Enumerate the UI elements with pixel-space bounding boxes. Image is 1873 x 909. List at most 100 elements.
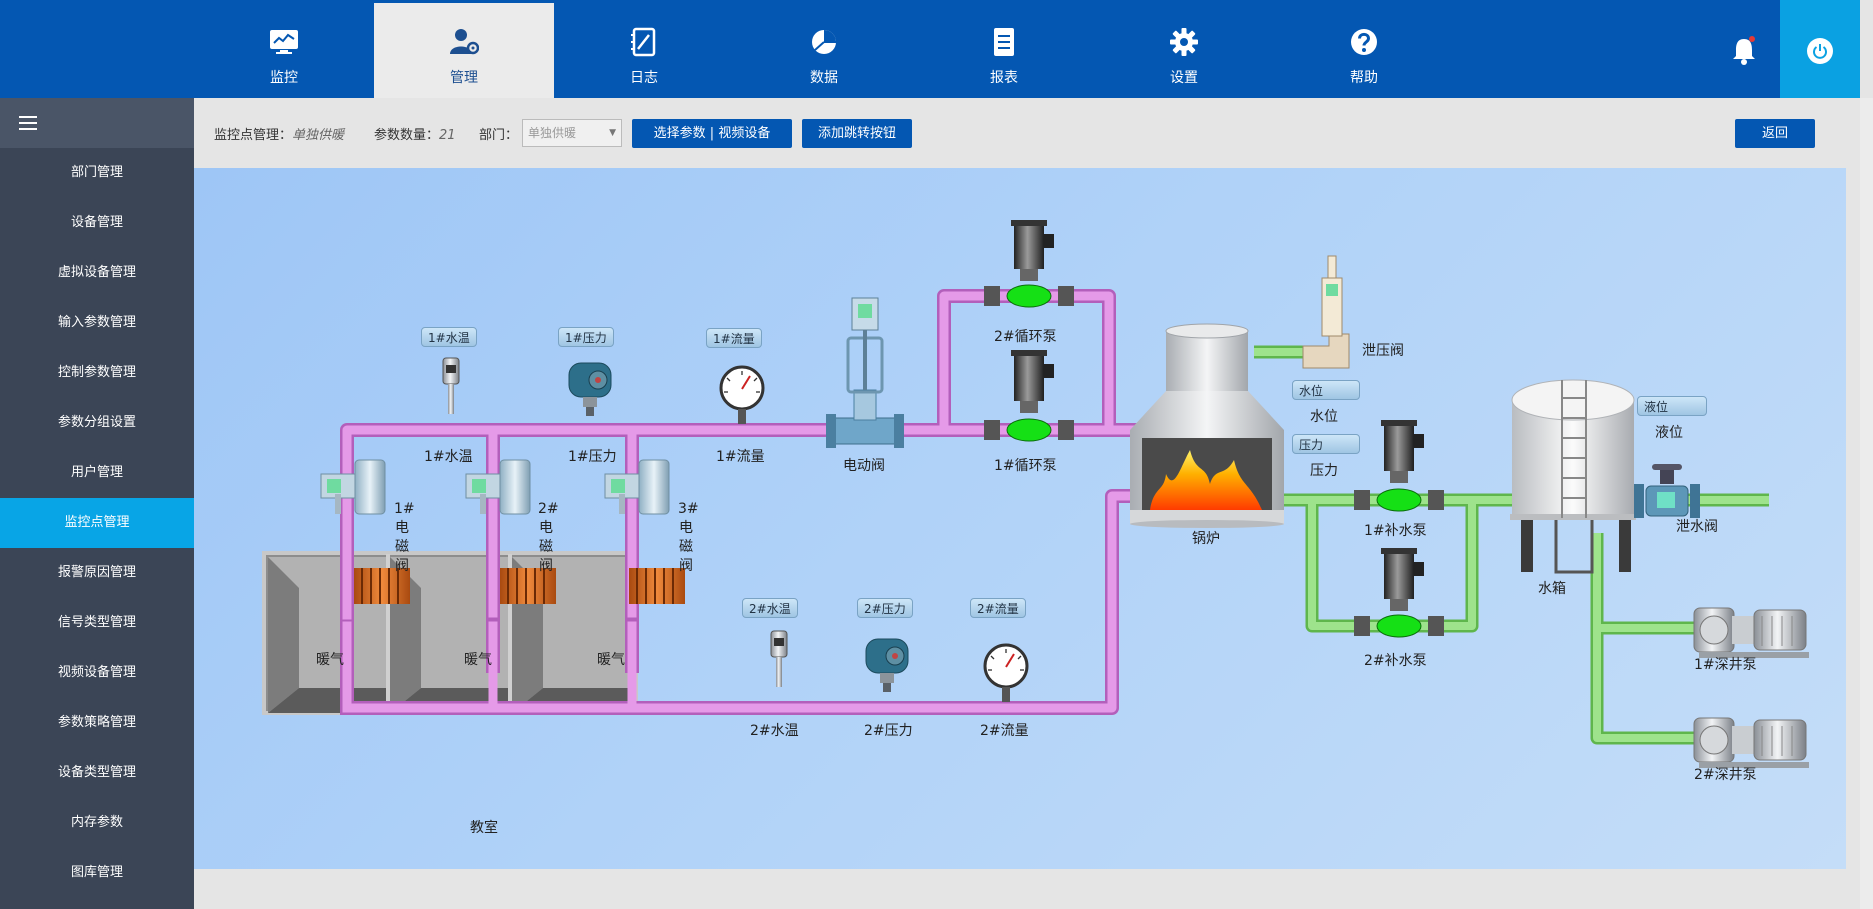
- nav-tab-report-label: 报表: [990, 70, 1018, 86]
- nav-tab-manage[interactable]: 管理: [374, 3, 554, 98]
- sidebar-item-alarm-reason[interactable]: 报警原因管理: [0, 548, 194, 598]
- deep-well-pump-2[interactable]: [1693, 717, 1809, 768]
- label-heater-2: 暖气: [464, 652, 492, 668]
- tag-pressure[interactable]: 压力: [1292, 434, 1360, 454]
- tag-flow-1[interactable]: 1#流量: [706, 328, 762, 348]
- pressure-relief-valve[interactable]: [1302, 255, 1350, 369]
- sidebar-item-gallery[interactable]: 图库管理: [0, 848, 194, 898]
- logo-area: [0, 0, 194, 98]
- label-deep-well-pump-1: 1#深井泵: [1694, 657, 1757, 673]
- makeup-pump-1[interactable]: [1354, 420, 1444, 512]
- tag-liquid-level[interactable]: 液位: [1637, 396, 1707, 416]
- water-tank[interactable]: [1510, 379, 1636, 574]
- label-sv2-number: 2#: [538, 501, 559, 517]
- window-edge: [1860, 0, 1873, 98]
- notification-dot: [1749, 36, 1755, 42]
- nav-tab-settings[interactable]: 设置: [1094, 3, 1274, 98]
- temperature-sensor-1[interactable]: [442, 357, 460, 414]
- flow-gauge-2[interactable]: [983, 643, 1029, 702]
- sidebar-item-department[interactable]: 部门管理: [0, 148, 194, 198]
- deep-well-pump-1[interactable]: [1693, 607, 1809, 658]
- classroom: [262, 551, 638, 715]
- label-circulation-pump-2: 2#循环泵: [994, 329, 1057, 345]
- makeup-pump-2[interactable]: [1354, 548, 1444, 638]
- scada-canvas: 1#水温 1#压力 1#流量 2#水温 2#压力 2#流量 水位 压力 液位 1…: [194, 168, 1846, 869]
- tag-water-temp-1[interactable]: 1#水温: [421, 327, 477, 347]
- document-list-icon: [994, 28, 1014, 56]
- label-sv3-char: 阀: [679, 558, 693, 574]
- footer-area: [194, 869, 1860, 909]
- department-select[interactable]: 单独供暖 ▼: [522, 119, 622, 147]
- select-params-video-button[interactable]: 选择参数 | 视频设备: [632, 119, 792, 148]
- param-count-info: 参数数量：21: [374, 124, 456, 143]
- nav-tab-help[interactable]: 帮助: [1274, 3, 1454, 98]
- label-pressure-1: 1#压力: [568, 449, 617, 465]
- question-circle-icon: [1351, 29, 1377, 55]
- circulation-pump-2[interactable]: [984, 220, 1074, 308]
- label-water-temp-2: 2#水温: [750, 723, 799, 739]
- hamburger-line: [19, 122, 37, 124]
- hamburger-line: [19, 116, 37, 118]
- label-solenoid-valve-2: 2# 电 磁 阀: [538, 500, 559, 576]
- nav-tab-report[interactable]: 报表: [914, 3, 1094, 98]
- nav-tab-monitor[interactable]: 监控: [194, 3, 374, 98]
- nav-tab-data[interactable]: 数据: [734, 3, 914, 98]
- add-jump-button[interactable]: 添加跳转按钮: [802, 119, 912, 148]
- sidebar-item-device[interactable]: 设备管理: [0, 198, 194, 248]
- toolbar: 监控点管理：单独供暖 参数数量：21 部门： 单独供暖 ▼ 选择参数 | 视频设备…: [194, 98, 1860, 168]
- sidebar-item-param-strategy[interactable]: 参数策略管理: [0, 698, 194, 748]
- label-heater-1: 暖气: [316, 652, 344, 668]
- tag-water-temp-2[interactable]: 2#水温: [742, 598, 798, 618]
- label-makeup-pump-1: 1#补水泵: [1364, 523, 1427, 539]
- label-sv1-number: 1#: [394, 501, 415, 517]
- sidebar-item-input-param[interactable]: 输入参数管理: [0, 298, 194, 348]
- label-sv3-number: 3#: [678, 501, 699, 517]
- label-water-temp-1: 1#水温: [424, 449, 473, 465]
- pressure-transmitter-2[interactable]: [865, 638, 909, 692]
- nav-tab-log[interactable]: 日志: [554, 3, 734, 98]
- circulation-pump-1[interactable]: [984, 350, 1074, 442]
- tag-water-level[interactable]: 水位: [1292, 380, 1360, 400]
- nav-tab-monitor-label: 监控: [270, 70, 298, 86]
- logout-button[interactable]: [1780, 0, 1860, 98]
- sidebar-item-video-device[interactable]: 视频设备管理: [0, 648, 194, 698]
- label-drain-valve: 泄水阀: [1676, 519, 1718, 535]
- temperature-sensor-2[interactable]: [770, 630, 788, 687]
- sidebar-item-user[interactable]: 用户管理: [0, 448, 194, 498]
- label-water-tank: 水箱: [1538, 581, 1566, 597]
- sidebar-item-control-param[interactable]: 控制参数管理: [0, 348, 194, 398]
- sidebar-item-memory-param[interactable]: 内存参数: [0, 798, 194, 848]
- tag-pressure-2[interactable]: 2#压力: [857, 598, 913, 618]
- back-button[interactable]: 返回: [1735, 119, 1815, 148]
- motorized-valve[interactable]: [826, 297, 904, 448]
- sidebar-item-virtual-device[interactable]: 虚拟设备管理: [0, 248, 194, 298]
- menu-toggle-button[interactable]: [0, 98, 194, 148]
- vertical-scrollbar[interactable]: [1860, 98, 1873, 909]
- user-gear-icon: [450, 29, 479, 55]
- nav-tab-log-label: 日志: [630, 70, 658, 86]
- label-solenoid-valve-1: 1# 电 磁 阀: [394, 500, 415, 576]
- label-flow-2: 2#流量: [980, 723, 1029, 739]
- radiator-3: [629, 568, 685, 604]
- sidebar-item-signal-type[interactable]: 信号类型管理: [0, 598, 194, 648]
- label-relief-valve: 泄压阀: [1362, 343, 1404, 359]
- tag-flow-2[interactable]: 2#流量: [970, 598, 1026, 618]
- label-solenoid-valve-3: 3# 电 磁 阀: [678, 500, 699, 576]
- notebook-pen-icon: [631, 27, 656, 57]
- pressure-transmitter-1[interactable]: [568, 362, 612, 416]
- flow-gauge-1[interactable]: [719, 365, 765, 424]
- chevron-down-icon: ▼: [609, 128, 616, 138]
- nav-tab-data-label: 数据: [810, 70, 838, 86]
- label-sv1-char: 阀: [395, 558, 409, 574]
- monitor-chart-icon: [270, 30, 298, 54]
- sidebar-item-device-type[interactable]: 设备类型管理: [0, 748, 194, 798]
- drain-valve[interactable]: [1634, 464, 1700, 518]
- label-sv3-char: 磁: [679, 539, 693, 555]
- sidebar: 部门管理 设备管理 虚拟设备管理 输入参数管理 控制参数管理 参数分组设置 用户…: [0, 98, 194, 909]
- sidebar-item-monitor-point[interactable]: 监控点管理: [0, 498, 194, 548]
- monitor-point-label: 监控点管理：: [214, 128, 293, 143]
- label-sv2-char: 阀: [539, 558, 553, 574]
- tag-pressure-1[interactable]: 1#压力: [558, 327, 614, 347]
- nav-tab-settings-label: 设置: [1170, 70, 1198, 86]
- sidebar-item-param-group[interactable]: 参数分组设置: [0, 398, 194, 448]
